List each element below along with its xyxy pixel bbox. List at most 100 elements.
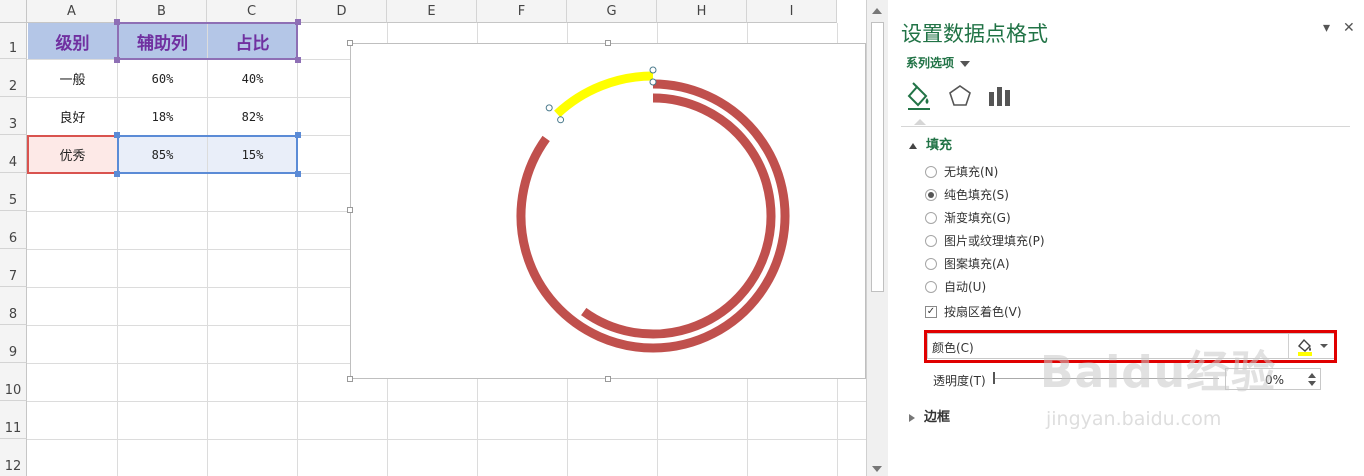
column-header-f[interactable]: F <box>477 0 567 23</box>
pattern-fill-option[interactable]: 图案填充(A) <box>925 255 1010 272</box>
scroll-down-arrow-icon[interactable] <box>872 466 882 472</box>
fill-color-button[interactable] <box>1288 334 1334 358</box>
radio-button[interactable] <box>925 211 937 224</box>
range-handle[interactable] <box>295 171 301 177</box>
row-header-4[interactable]: 4 <box>0 135 27 173</box>
chart-resize-handle[interactable] <box>347 376 353 382</box>
chart-resize-handle[interactable] <box>605 376 611 382</box>
point-selection-handle[interactable] <box>557 116 565 124</box>
row-header-3[interactable]: 3 <box>0 97 27 135</box>
cell-c1[interactable]: 占比 <box>208 23 297 59</box>
solid-fill-option[interactable]: 纯色填充(S) <box>925 186 1009 203</box>
column-header-c[interactable]: C <box>207 0 297 23</box>
vertical-scrollbar[interactable] <box>866 0 888 476</box>
column-header-g[interactable]: G <box>567 0 657 23</box>
column-header-d[interactable]: D <box>297 0 387 23</box>
point-selection-handle[interactable] <box>545 104 553 112</box>
column-header-b[interactable]: B <box>117 0 207 23</box>
column-header-a[interactable]: A <box>27 0 117 23</box>
row-number: 9 <box>8 345 18 360</box>
row-header-7[interactable]: 7 <box>0 249 27 287</box>
cell-c2[interactable]: 40% <box>208 60 297 97</box>
radio-button[interactable] <box>925 234 937 247</box>
cell-a4[interactable]: 优秀 <box>28 136 117 173</box>
range-handle[interactable] <box>114 171 120 177</box>
checkbox[interactable]: ✓ <box>925 305 937 318</box>
cell-c4[interactable]: 15% <box>208 136 297 173</box>
transparency-value: 0% <box>1264 373 1284 387</box>
cell-a3[interactable]: 良好 <box>28 98 117 135</box>
row-header-1[interactable]: 1 <box>0 23 27 59</box>
row-number: 3 <box>8 117 18 132</box>
no-fill-option[interactable]: 无填充(N) <box>925 163 998 180</box>
row-header-9[interactable]: 9 <box>0 325 27 363</box>
row-header-6[interactable]: 6 <box>0 211 27 249</box>
chevron-down-icon <box>960 60 971 67</box>
spreadsheet-grid[interactable]: ABCDEFGHI 1 2 3 4 5 6 7 8 9 10 11 12 级别 辅助列 占比 一般 6… <box>0 0 866 476</box>
border-section-label: 边框 <box>924 410 951 425</box>
cell-a1[interactable]: 级别 <box>28 23 117 59</box>
gradient-fill-option[interactable]: 渐变填充(G) <box>925 209 1011 226</box>
spin-down-icon[interactable] <box>1308 381 1316 386</box>
chart-resize-handle[interactable] <box>605 40 611 46</box>
range-handle[interactable] <box>114 19 120 25</box>
transparency-slider-knob[interactable] <box>993 372 995 384</box>
range-handle[interactable] <box>295 132 301 138</box>
cell-a2[interactable]: 一般 <box>28 60 117 97</box>
cell-b3[interactable]: 18% <box>118 98 207 135</box>
transparency-label: 透明度(T) <box>933 374 986 388</box>
transparency-spinbox[interactable]: 0% <box>1225 368 1321 390</box>
color-picker-row[interactable]: 颜色(C) <box>927 333 1335 359</box>
vary-colors-by-slice-option[interactable]: ✓ 按扇区着色(V) <box>925 303 1022 320</box>
effects-pentagon-icon[interactable] <box>946 82 974 112</box>
range-handle[interactable] <box>295 19 301 25</box>
row-header-11[interactable]: 11 <box>0 401 27 439</box>
range-handle[interactable] <box>114 57 120 63</box>
point-selection-handle[interactable] <box>649 66 657 74</box>
point-selection-handle[interactable] <box>649 78 657 86</box>
picture-texture-fill-option[interactable]: 图片或纹理填充(P) <box>925 232 1045 249</box>
automatic-fill-option[interactable]: 自动(U) <box>925 278 986 295</box>
series-2-slice-1[interactable] <box>581 93 776 339</box>
pane-options-chevron-icon[interactable]: ▾ <box>1323 20 1330 36</box>
column-header-h[interactable]: H <box>657 0 747 23</box>
pane-divider <box>901 126 1350 127</box>
doughnut-chart[interactable] <box>350 43 866 379</box>
column-header-i[interactable]: I <box>747 0 837 23</box>
series-options-dropdown[interactable]: 系列选项 <box>906 54 971 71</box>
column-header-e[interactable]: E <box>387 0 477 23</box>
cell-b2[interactable]: 60% <box>118 60 207 97</box>
scrollbar-thumb[interactable] <box>871 22 884 292</box>
option-label: 按扇区着色(V) <box>944 305 1022 319</box>
row-number: 4 <box>8 155 18 170</box>
row-header-8[interactable]: 8 <box>0 287 27 325</box>
fill-section-header[interactable]: 填充 <box>909 134 952 153</box>
close-icon[interactable]: ✕ <box>1343 20 1355 36</box>
cell-b4[interactable]: 85% <box>118 136 207 173</box>
chart-resize-handle[interactable] <box>347 207 353 213</box>
fill-line-icon[interactable] <box>905 82 933 112</box>
border-section-header[interactable]: 边框 <box>909 406 950 425</box>
row-header-12[interactable]: 12 <box>0 439 27 476</box>
collapse-triangle-icon <box>909 142 917 149</box>
cell-b1[interactable]: 辅助列 <box>118 23 207 59</box>
select-all-corner[interactable] <box>0 0 27 23</box>
row-header-10[interactable]: 10 <box>0 363 27 401</box>
radio-button[interactable] <box>925 165 937 178</box>
spin-up-icon[interactable] <box>1308 373 1316 378</box>
series-options-bars-icon[interactable] <box>986 82 1014 112</box>
radio-button[interactable] <box>925 257 937 270</box>
transparency-slider-track[interactable] <box>993 378 1219 379</box>
scroll-up-arrow-icon[interactable] <box>872 8 882 14</box>
row-header-2[interactable]: 2 <box>0 59 27 97</box>
chart-plot-area[interactable] <box>351 44 866 380</box>
radio-button[interactable] <box>925 280 937 293</box>
radio-button[interactable] <box>925 188 937 201</box>
range-handle[interactable] <box>114 132 120 138</box>
range-handle[interactable] <box>295 57 301 63</box>
chart-resize-handle[interactable] <box>347 40 353 46</box>
row-header-5[interactable]: 5 <box>0 173 27 211</box>
gridline <box>27 401 866 402</box>
cell-c3[interactable]: 82% <box>208 98 297 135</box>
option-label: 渐变填充(G) <box>944 211 1011 225</box>
